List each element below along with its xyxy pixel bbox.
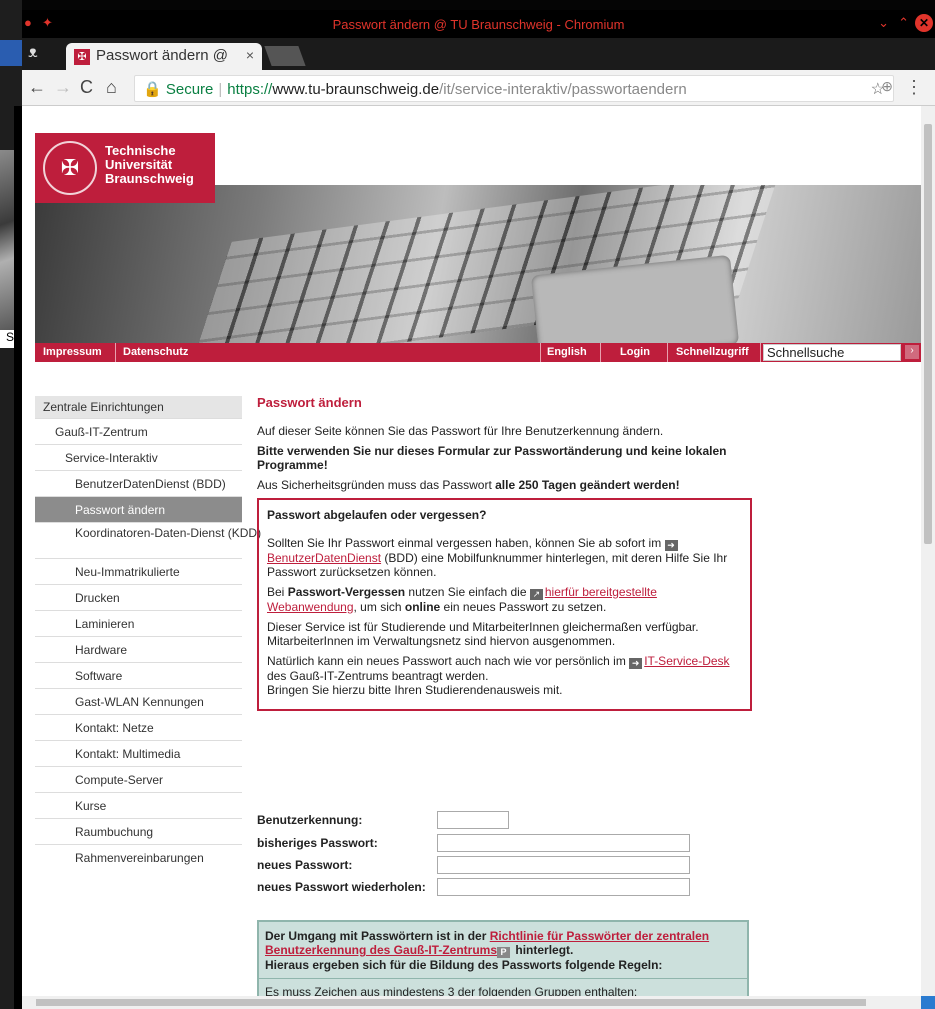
nav-item-laminieren[interactable]: Laminieren	[35, 611, 242, 637]
tab-active[interactable]: ✠ Passwort ändern @ ×	[66, 43, 262, 70]
window-title: Passwort ändern @ TU Braunschweig - Chro…	[332, 17, 625, 32]
url-scheme: https://	[227, 81, 273, 98]
pdf-icon: P	[497, 947, 511, 958]
main-content: Passwort ändern Auf dieser Seite können …	[257, 396, 752, 711]
nav-item-rahmenvereinbarungen[interactable]: Rahmenvereinbarungen	[35, 845, 242, 871]
close-window-icon[interactable]: ✕	[915, 14, 933, 32]
service-bar: Impressum Datenschutz English Login Schn…	[35, 343, 921, 362]
tu-logo-icon: ✠	[74, 49, 90, 65]
tab-strip: ᴥ ✠ Passwort ändern @ ×	[22, 38, 935, 70]
page-viewport: ✠ Technische Universität Braunschweig Im…	[22, 106, 921, 996]
nav-item-service-interaktiv[interactable]: Service-Interaktiv	[35, 445, 242, 471]
nav-item-zentrale-einrichtungen[interactable]: Zentrale Einrichtungen	[35, 396, 242, 419]
header-photo-keyboard	[35, 185, 921, 343]
tab-title: Passwort ändern @	[96, 47, 228, 64]
tu-logo[interactable]: ✠ Technische Universität Braunschweig	[35, 133, 215, 203]
incognito-icon: ᴥ	[28, 44, 38, 61]
bdd-link[interactable]: BenutzerDatenDienst	[267, 551, 381, 565]
old-password-input[interactable]	[437, 834, 690, 852]
external-link-icon: ↗	[529, 589, 543, 600]
screen-top-edge	[0, 0, 935, 10]
service-desk-link[interactable]: IT-Service-Desk	[644, 654, 729, 668]
box-paragraph-availability: Dieser Service ist für Studierende und M…	[267, 620, 699, 648]
quick-search-input[interactable]	[763, 344, 901, 361]
address-bar[interactable]: 🔒 Secure | https://www.tu-braunschweig.de/…	[134, 75, 894, 102]
nav-item-gast-wlan[interactable]: Gast-WLAN Kennungen	[35, 689, 242, 715]
username-input[interactable]	[437, 811, 509, 829]
warning-text: Bitte verwenden Sie nur dieses Formular …	[257, 444, 727, 472]
nav-item-kdd[interactable]: Koordinatoren-Daten-Dienst (KDD)	[35, 523, 261, 559]
password-rules-box: Der Umgang mit Passwörtern ist in der Ri…	[257, 920, 749, 996]
url-host: www.tu-braunschweig.de	[272, 81, 440, 98]
nav-item-hardware[interactable]: Hardware	[35, 637, 242, 663]
forgot-password-box: Passwort abgelaufen oder vergessen? Soll…	[257, 498, 752, 711]
box-paragraph-webapp: Bei Passwort-Vergessen nutzen Sie einfac…	[267, 585, 657, 614]
secure-label: Secure	[165, 81, 214, 98]
close-tab-icon[interactable]: ×	[246, 47, 254, 63]
new-tab-button[interactable]	[264, 46, 306, 66]
browser-window: S ● ✦ Passwort ändern @ TU Braunschweig …	[0, 0, 935, 1009]
nav-item-kontakt-netze[interactable]: Kontakt: Netze	[35, 715, 242, 741]
nav-item-kurse[interactable]: Kurse	[35, 793, 242, 819]
title-bar: ● ✦ Passwort ändern @ TU Braunschweig - …	[22, 10, 935, 38]
datenschutz-link[interactable]: Datenschutz	[123, 346, 188, 358]
nav-item-kontakt-multimedia[interactable]: Kontakt: Multimedia	[35, 741, 242, 767]
repeat-password-label: neues Passwort wiederholen:	[257, 880, 426, 894]
vertical-scrollbar[interactable]	[921, 106, 935, 996]
nav-item-bdd[interactable]: BenutzerDatenDienst (BDD)	[35, 471, 242, 497]
logo-line2: Universität	[105, 157, 173, 172]
menu-icon[interactable]: ⋮	[905, 77, 923, 98]
nav-item-software[interactable]: Software	[35, 663, 242, 689]
english-link[interactable]: English	[547, 346, 587, 358]
desktop-panel	[0, 40, 22, 66]
box-title: Passwort abgelaufen oder vergessen?	[267, 508, 487, 522]
reload-icon[interactable]: C	[80, 77, 93, 98]
page-title: Passwort ändern	[257, 395, 362, 410]
user-label: Benutzerkennung:	[257, 813, 363, 827]
nav-item-drucken[interactable]: Drucken	[35, 585, 242, 611]
forward-icon[interactable]: →	[54, 77, 72, 98]
login-link[interactable]: Login	[620, 346, 650, 358]
toolbar: ← → C ⌂ 🔒 Secure | https://www.tu-braunsch…	[22, 70, 935, 106]
url-path: /it/service-interaktiv/passwortaendern	[439, 81, 687, 98]
horizontal-scrollbar[interactable]	[22, 996, 935, 1009]
nav-item-passwort-aendern[interactable]: Passwort ändern	[35, 497, 242, 523]
minimize-icon[interactable]: ⌄	[878, 15, 889, 31]
intro-text: Auf dieser Seite können Sie das Passwort…	[257, 424, 664, 438]
extension-icon[interactable]: ⊕	[881, 78, 893, 95]
rules-intro: Es muss Zeichen aus mindestens 3 der fol…	[259, 978, 747, 996]
site-header: ✠ Technische Universität Braunschweig Im…	[35, 133, 921, 362]
logo-line1: Technische	[105, 143, 176, 158]
nav-item-compute-server[interactable]: Compute-Server	[35, 767, 242, 793]
logo-line3: Braunschweig	[105, 171, 194, 186]
maximize-icon[interactable]: ⌃	[898, 15, 909, 31]
impressum-link[interactable]: Impressum	[43, 346, 102, 358]
nav-item-raumbuchung[interactable]: Raumbuchung	[35, 819, 242, 845]
seal-icon: ✠	[43, 141, 97, 195]
schnellzugriff-link[interactable]: Schnellzugriff	[676, 346, 749, 358]
old-password-label: bisheriges Passwort:	[257, 836, 378, 850]
internal-link-icon: ➜	[629, 658, 643, 669]
repeat-password-input[interactable]	[437, 878, 690, 896]
lock-icon: 🔒	[143, 81, 162, 98]
back-icon[interactable]: ←	[28, 77, 46, 98]
internal-link-icon: ➜	[664, 540, 678, 551]
nav-item-neu-immatrikulierte[interactable]: Neu-Immatrikulierte	[35, 559, 242, 585]
home-icon[interactable]: ⌂	[106, 77, 117, 98]
new-password-input[interactable]	[437, 856, 690, 874]
left-navigation: Zentrale Einrichtungen Gauß-IT-Zentrum S…	[35, 396, 261, 871]
security-text: Aus Sicherheitsgründen muss das Passwort…	[257, 478, 680, 492]
search-submit-icon[interactable]: ›	[905, 345, 919, 359]
window-border	[14, 106, 22, 1009]
box-paragraph-bdd: Sollten Sie Ihr Passwort einmal vergesse…	[267, 536, 728, 579]
new-password-label: neues Passwort:	[257, 858, 353, 872]
nav-item-gauss-it-zentrum[interactable]: Gauß-IT-Zentrum	[35, 419, 242, 445]
box-paragraph-service-desk: Natürlich kann ein neues Passwort auch n…	[267, 654, 730, 697]
